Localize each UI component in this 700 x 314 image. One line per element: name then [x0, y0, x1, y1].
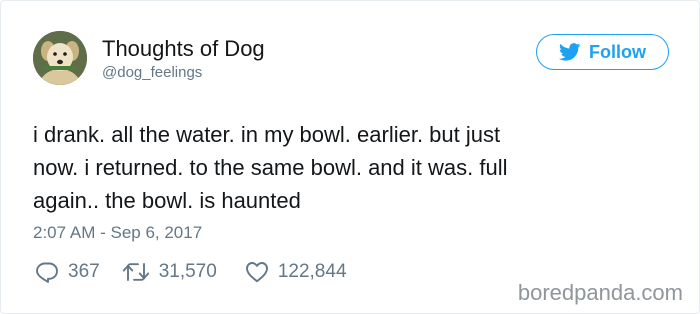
retweet-button[interactable]: 31,570 — [122, 261, 217, 283]
user-handle[interactable]: @dog_feelings — [102, 64, 202, 82]
watermark: boredpanda.com — [517, 280, 683, 305]
retweet-icon — [122, 261, 150, 283]
tweet-text-line: now. i returned. to the same bowl. and i… — [33, 155, 508, 180]
avatar[interactable] — [33, 31, 87, 85]
reply-count: 367 — [68, 261, 100, 282]
retweet-count: 31,570 — [158, 261, 217, 282]
follow-button-label: Follow — [589, 42, 646, 62]
reply-icon — [35, 261, 59, 283]
twitter-bird-icon — [559, 43, 581, 61]
follow-button[interactable]: Follow — [536, 34, 669, 70]
tweet-timestamp[interactable]: 2:07 AM - Sep 6, 2017 — [33, 223, 202, 243]
heart-icon — [245, 261, 269, 283]
like-count: 122,844 — [277, 261, 347, 282]
tweet-text: i drank. all the water. in my bowl. earl… — [33, 118, 673, 217]
like-button[interactable]: 122,844 — [245, 261, 347, 283]
tweet-card: Thoughts of Dog @dog_feelings Follow i d… — [0, 0, 700, 314]
display-name[interactable]: Thoughts of Dog — [102, 36, 265, 62]
dog-avatar-icon — [33, 31, 87, 85]
tweet-actions: 367 31,570 122,844 — [35, 259, 347, 285]
tweet-text-line: i drank. all the water. in my bowl. earl… — [33, 122, 501, 147]
tweet-text-line: again.. the bowl. is haunted — [33, 188, 301, 213]
reply-button[interactable]: 367 — [35, 261, 100, 283]
